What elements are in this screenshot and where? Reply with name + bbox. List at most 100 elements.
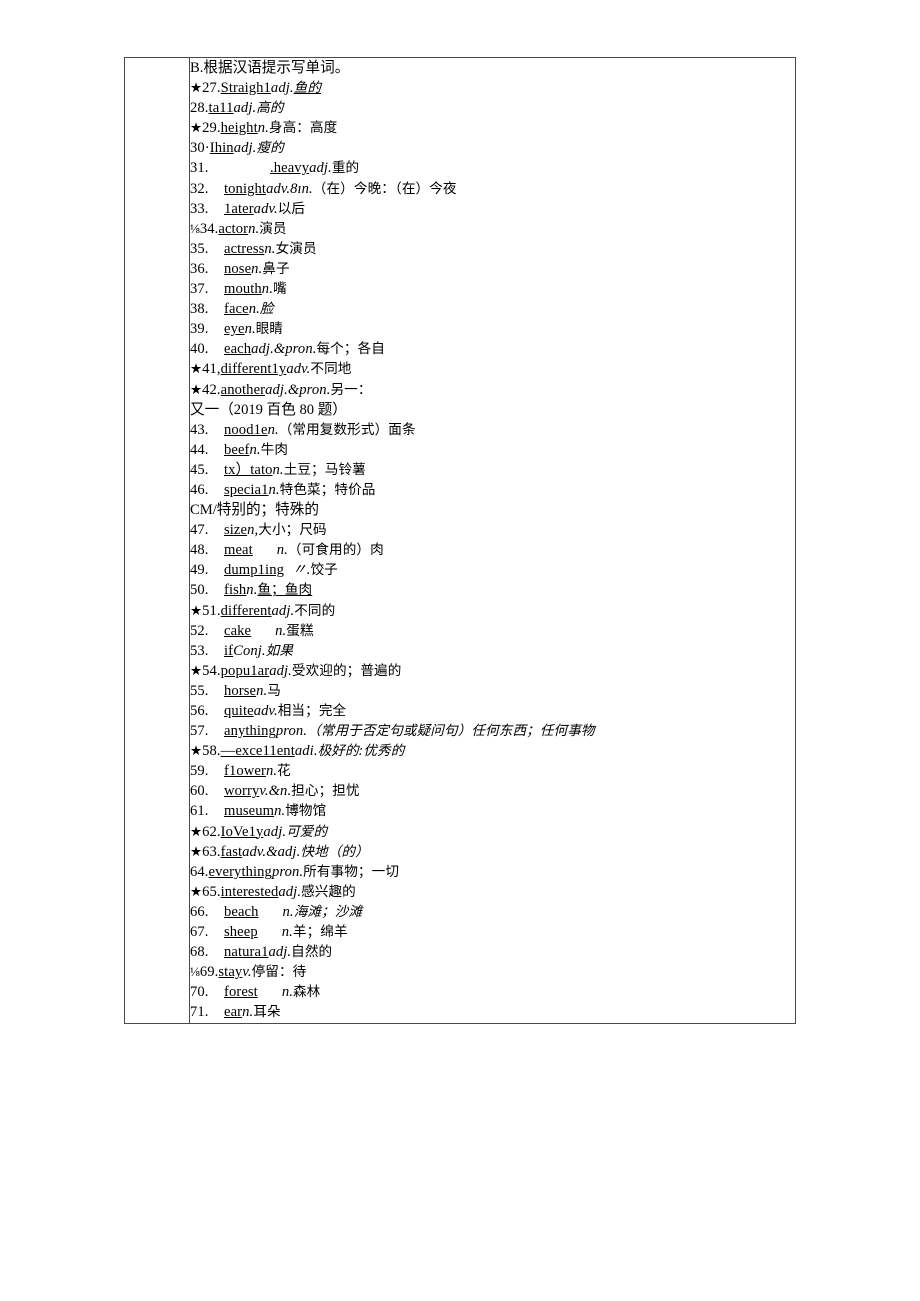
entry-number: 29. bbox=[202, 120, 221, 137]
table-row: B.根据汉语提示写单词。 ★27.Straigh1adj.鱼的 28.ta11ad… bbox=[124, 57, 796, 1024]
entry-word: specia1 bbox=[224, 481, 269, 498]
entry-number: 70. bbox=[190, 984, 209, 1001]
entry-word: horse bbox=[224, 682, 257, 699]
entry-word: face bbox=[224, 301, 249, 318]
entry-word: beach bbox=[224, 903, 259, 920]
vocabulary-entry: 35. actressn.女演员 bbox=[190, 239, 795, 259]
entry-word: popu1ar bbox=[220, 662, 270, 679]
entry-number: 30· bbox=[190, 140, 210, 157]
entry-word: another bbox=[220, 381, 266, 398]
vocabulary-entry: ★29.heightn.身高：高度 bbox=[190, 118, 795, 138]
entry-number: 66. bbox=[190, 903, 209, 920]
entry-word: cake bbox=[224, 622, 252, 639]
entry-word: different1y bbox=[220, 361, 287, 378]
entry-word: actress bbox=[224, 240, 265, 257]
entry-word: nood1e bbox=[224, 421, 268, 438]
entry-word: mouth bbox=[224, 281, 262, 298]
vocabulary-entry: ★42.anotheradj.&pron.另一： bbox=[190, 380, 795, 400]
vocabulary-entry: 44. beefn.牛肉 bbox=[190, 440, 795, 460]
entry-gloss: 身高：高度 bbox=[268, 120, 338, 137]
vocabulary-entry: ★65.interestedadj.感兴趣的 bbox=[190, 882, 795, 902]
vocabulary-entry: 49. dump1ing 〃.饺子 bbox=[190, 560, 795, 580]
entry-number: 44. bbox=[190, 441, 209, 458]
part-of-speech: adj. bbox=[233, 140, 257, 157]
entry-word: 1ater bbox=[224, 200, 254, 217]
entry-word: quite bbox=[224, 703, 254, 719]
part-of-speech: n. bbox=[246, 582, 258, 599]
entry-number: 40. bbox=[190, 341, 209, 358]
part-of-speech: adj. bbox=[278, 883, 302, 900]
entry-word: natura1 bbox=[224, 944, 269, 961]
entry-gloss: 鼻子 bbox=[262, 260, 290, 277]
star-marker-icon: ★ bbox=[190, 120, 203, 136]
vocabulary-entry: 68. natura1adj.自然的 bbox=[190, 942, 795, 962]
entry-number: 59. bbox=[190, 763, 209, 780]
entry-word: worry bbox=[224, 783, 260, 800]
entry-number: 48. bbox=[190, 542, 209, 559]
continuation-note: CM/特别的；特殊的 bbox=[190, 502, 319, 519]
vocabulary-entry: 47. sizen,大小；尺码 bbox=[190, 520, 795, 540]
part-of-speech: n. bbox=[268, 481, 280, 498]
vocabulary-entry: ★27.Straigh1adj.鱼的 bbox=[190, 78, 795, 98]
star-marker-icon: ★ bbox=[190, 662, 203, 678]
section-heading: B.根据汉语提示写单词。 bbox=[190, 58, 795, 78]
part-of-speech: n. bbox=[261, 281, 273, 298]
part-of-speech: n. bbox=[272, 461, 284, 478]
entry-number: 64. bbox=[190, 863, 209, 880]
entry-word: forest bbox=[224, 984, 258, 1001]
vocabulary-entry: 50. fishn.鱼；鱼肉 bbox=[190, 580, 795, 600]
vocabulary-entry: 70. forest n.森林 bbox=[190, 982, 795, 1002]
part-of-speech: n. bbox=[244, 321, 256, 338]
part-of-speech: n. bbox=[282, 903, 294, 920]
entry-number: 55. bbox=[190, 682, 209, 699]
entry-word: different bbox=[220, 602, 272, 619]
part-of-speech: n. bbox=[267, 421, 279, 438]
vocabulary-entry: 52. cake n.蛋糕 bbox=[190, 621, 795, 641]
entry-number: 31. bbox=[190, 160, 209, 177]
part-of-speech: Conj. bbox=[233, 642, 266, 659]
entry-gloss: 不同地 bbox=[310, 361, 352, 378]
part-of-speech: n. bbox=[276, 542, 288, 559]
part-of-speech: adv. bbox=[253, 703, 278, 719]
entry-gloss: 牛肉 bbox=[260, 441, 289, 458]
entry-number: 62. bbox=[202, 823, 221, 840]
vocabulary-entry: ★54.popu1aradj.受欢迎的；普遍的 bbox=[190, 661, 795, 681]
part-of-speech: n. bbox=[251, 260, 263, 277]
entry-word: Ihin bbox=[209, 140, 234, 157]
vocabulary-entry: 64.everythingpron.所有事物；一切 bbox=[190, 862, 795, 882]
entry-word: size bbox=[224, 522, 248, 539]
part-of-speech: adv. bbox=[253, 200, 278, 217]
entry-word: sheep bbox=[224, 924, 258, 941]
entry-word: .heavy bbox=[270, 160, 310, 177]
part-of-speech: n, bbox=[247, 522, 259, 539]
entry-number: 34. bbox=[199, 220, 219, 237]
vocabulary-entry: 43. nood1en.（常用复数形式）面条 bbox=[190, 420, 795, 440]
part-of-speech: pron. bbox=[271, 863, 304, 880]
part-of-speech: adj. bbox=[233, 100, 257, 117]
entry-word: everything bbox=[208, 863, 272, 880]
entry-number: 36. bbox=[190, 260, 209, 277]
entry-word: eye bbox=[224, 321, 245, 338]
entry-number: 68. bbox=[190, 944, 209, 961]
entry-number: 35. bbox=[190, 240, 209, 257]
star-marker-icon: ★ bbox=[190, 381, 203, 397]
vocabulary-entry: 71. earn.耳朵 bbox=[190, 1002, 795, 1022]
entry-number: 58. bbox=[202, 743, 221, 760]
entry-number: 41, bbox=[202, 361, 221, 378]
entry-word: —exce11ent bbox=[220, 743, 295, 760]
part-of-speech: adj. bbox=[309, 160, 332, 177]
entry-number: 54. bbox=[202, 662, 221, 679]
part-of-speech: adi. bbox=[294, 743, 318, 760]
vocabulary-entry: 48. meat n.（可食用的）肉 bbox=[190, 540, 795, 560]
vocabulary-entry: 28.ta11adj.高的 bbox=[190, 98, 795, 118]
entry-gloss: 大小；尺码 bbox=[258, 522, 327, 539]
entry-number: 52. bbox=[190, 622, 209, 639]
entry-gloss: 极好的:优秀的 bbox=[317, 743, 405, 760]
entry-number: 60. bbox=[190, 783, 209, 800]
vocabulary-entry: 31. .heavyadj.重的 bbox=[190, 158, 795, 178]
vocabulary-entry: 66. beach n.海滩；沙滩 bbox=[190, 902, 795, 922]
vocabulary-entry: ★58.—exce11entadi.极好的:优秀的 bbox=[190, 741, 795, 761]
entry-word: if bbox=[224, 642, 234, 659]
star-marker-icon: ★ bbox=[190, 361, 203, 377]
vocabulary-entry: ★41,different1yadv.不同地 bbox=[190, 359, 795, 379]
